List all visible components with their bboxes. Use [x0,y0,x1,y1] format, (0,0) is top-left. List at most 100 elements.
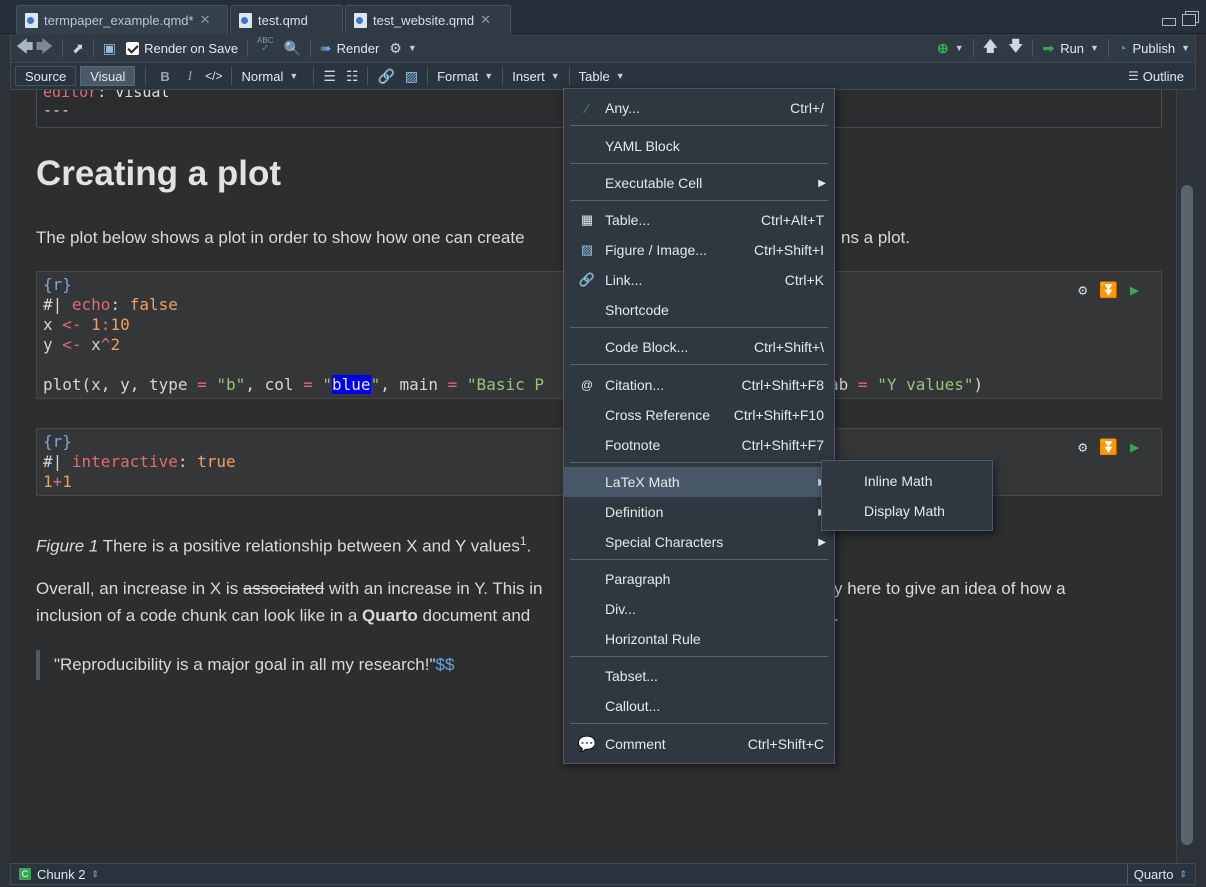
code-button[interactable]: </> [200,65,227,87]
bullet-list-icon[interactable]: ☰ [318,65,341,87]
menu-item-code-block[interactable]: Code Block... Ctrl+Shift+\ [564,332,834,362]
maximize-icon[interactable] [1182,14,1196,26]
image-icon: ▨ [580,242,594,257]
document-type-select[interactable]: Quarto [1134,867,1174,882]
menu-item-link[interactable]: 🔗 Link... Ctrl+K [564,265,834,295]
run-chunk-icon[interactable]: ▶ [1130,280,1139,300]
divider [92,39,94,57]
menu-item-figure-image[interactable]: ▨ Figure / Image... Ctrl+Shift+I [564,235,834,265]
menu-item-latex-math[interactable]: LaTeX Math ▶ [564,467,834,497]
editor-toolbar: 🡄 🡆 ⬈ ▣ Render on Save ABC ✓ 🔍 ➠ Render ⚙… [10,34,1196,62]
menu-item-cross-reference[interactable]: Cross Reference Ctrl+Shift+F10 [564,400,834,430]
numbered-list-icon[interactable]: ☷ [341,65,364,87]
tab-test[interactable]: test.qmd [230,5,343,34]
tab-test-website[interactable]: test_website.qmd ✕ [345,5,511,34]
add-chunk-icon: ⊕ [936,39,949,56]
divider [145,67,147,85]
run-button[interactable]: ➡ Run ▼ [1037,37,1104,59]
at-icon: @ [580,378,594,392]
tab-label: termpaper_example.qmd* [44,12,194,28]
chunk-1-line-tail: ab = "Y values") [829,375,984,394]
render-label: Render [336,40,380,56]
show-in-window-icon[interactable]: ⬈ [67,37,89,59]
render-on-save-toggle[interactable]: Render on Save [121,37,243,59]
menu-item-tabset[interactable]: Tabset... [564,661,834,691]
visual-mode-button[interactable]: Visual [80,66,136,86]
page-heading: Creating a plot [36,154,282,193]
gear-icon[interactable]: ⚙ [1078,280,1087,300]
outline-button[interactable]: ☰ Outline [1123,65,1189,87]
chunk-icon: C [19,868,31,880]
chevron-right-icon: ▶ [818,177,826,189]
quarto-doc-icon [354,12,367,28]
tab-termpaper[interactable]: termpaper_example.qmd* ✕ [16,5,228,34]
table-menu[interactable]: Table ▼ [574,65,630,87]
close-icon[interactable]: ✕ [480,12,491,28]
publish-button[interactable]: ◔ Publish ▼ [1113,37,1195,59]
chevron-down-icon: ▼ [615,71,625,81]
chunk-indicator[interactable]: Chunk 2 [37,867,85,882]
tab-label: test.qmd [258,12,308,28]
updown-icon: ⇕ [1179,868,1187,879]
footnote-ref[interactable]: 1 [520,534,527,548]
divider [62,39,64,57]
outline-label: Outline [1142,68,1184,84]
render-button[interactable]: ➠ Render [315,37,384,59]
run-previous-icon[interactable]: ⏬ [1099,437,1118,457]
run-chunk-icon[interactable]: ▶ [1130,437,1139,457]
chevron-down-icon: ▼ [289,71,299,81]
checkbox-checked-icon[interactable] [126,41,140,55]
spellcheck-icon[interactable]: ABC ✓ [252,37,278,59]
quarto-doc-icon [239,12,252,28]
menu-item-citation[interactable]: @ Citation... Ctrl+Shift+F8 [564,370,834,400]
menu-item-executable-cell[interactable]: Executable Cell ▶ [564,168,834,198]
vertical-scrollbar[interactable] [1176,90,1196,863]
bold-button[interactable]: B [150,65,179,87]
source-mode-button[interactable]: Source [15,66,77,86]
menu-item-horizontal-rule[interactable]: Horizontal Rule [564,624,834,654]
menu-item-inline-math[interactable]: Inline Math [864,473,932,489]
menu-item-paragraph[interactable]: Paragraph [564,564,834,594]
tab-bar: termpaper_example.qmd* ✕ test.qmd test_w… [0,0,1206,34]
run-previous-icon[interactable]: ⏬ [1099,280,1118,300]
chevron-right-icon: ▶ [818,536,826,548]
divider [972,39,974,57]
save-icon[interactable]: ▣ [98,37,121,59]
menu-divider [570,327,828,328]
quarto-doc-icon [25,12,38,28]
format-menu[interactable]: Format ▼ [432,65,498,87]
menu-item-comment[interactable]: 💬 Comment Ctrl+Shift+C [564,729,834,759]
divider [247,39,249,57]
menu-item-definition[interactable]: Definition ▶ [564,497,834,527]
menu-divider [570,125,828,126]
divider [313,67,315,85]
insert-menu[interactable]: Insert ▼ [507,65,564,87]
menu-item-any[interactable]: ⁄ Any... Ctrl+/ [564,93,834,123]
menu-item-callout[interactable]: Callout... [564,691,834,721]
close-icon[interactable]: ✕ [200,12,211,28]
image-icon[interactable]: ▨ [400,65,423,87]
menu-item-special-characters[interactable]: Special Characters ▶ [564,527,834,557]
search-icon[interactable]: 🔍 [279,37,306,59]
forward-arrow-icon[interactable]: 🡆 [31,37,59,59]
paragraph-2-line-1: Overall, an increase in X is associated … [36,579,543,598]
chevron-down-icon: ▼ [550,71,560,81]
arrow-down-icon[interactable]: 🡇 [1003,37,1028,59]
paragraph-1: The plot below shows a plot in order to … [36,228,525,247]
arrow-up-icon[interactable]: 🡅 [978,37,1003,59]
link-icon[interactable]: 🔗 [372,65,399,87]
menu-item-footnote[interactable]: Footnote Ctrl+Shift+F7 [564,430,834,460]
insert-chunk-menu[interactable]: ⊕ ▼ [932,37,969,59]
menu-item-shortcode[interactable]: Shortcode [564,295,834,325]
visual-editor-toolbar: Source Visual B I </> Normal ▼ ☰ ☷ 🔗 ▨ F… [10,62,1196,90]
gear-icon[interactable]: ⚙ [1078,437,1087,457]
minimize-icon[interactable] [1162,18,1176,26]
menu-item-div[interactable]: Div... [564,594,834,624]
block-style-select[interactable]: Normal ▼ [236,65,303,87]
menu-item-table[interactable]: ▦ Table... Ctrl+Alt+T [564,205,834,235]
menu-item-yaml-block[interactable]: YAML Block [564,131,834,161]
italic-button[interactable]: I [180,65,200,87]
scrollbar-thumb[interactable] [1181,185,1193,845]
menu-item-display-math[interactable]: Display Math [864,503,945,519]
settings-menu[interactable]: ⚙ ▼ [384,37,421,59]
